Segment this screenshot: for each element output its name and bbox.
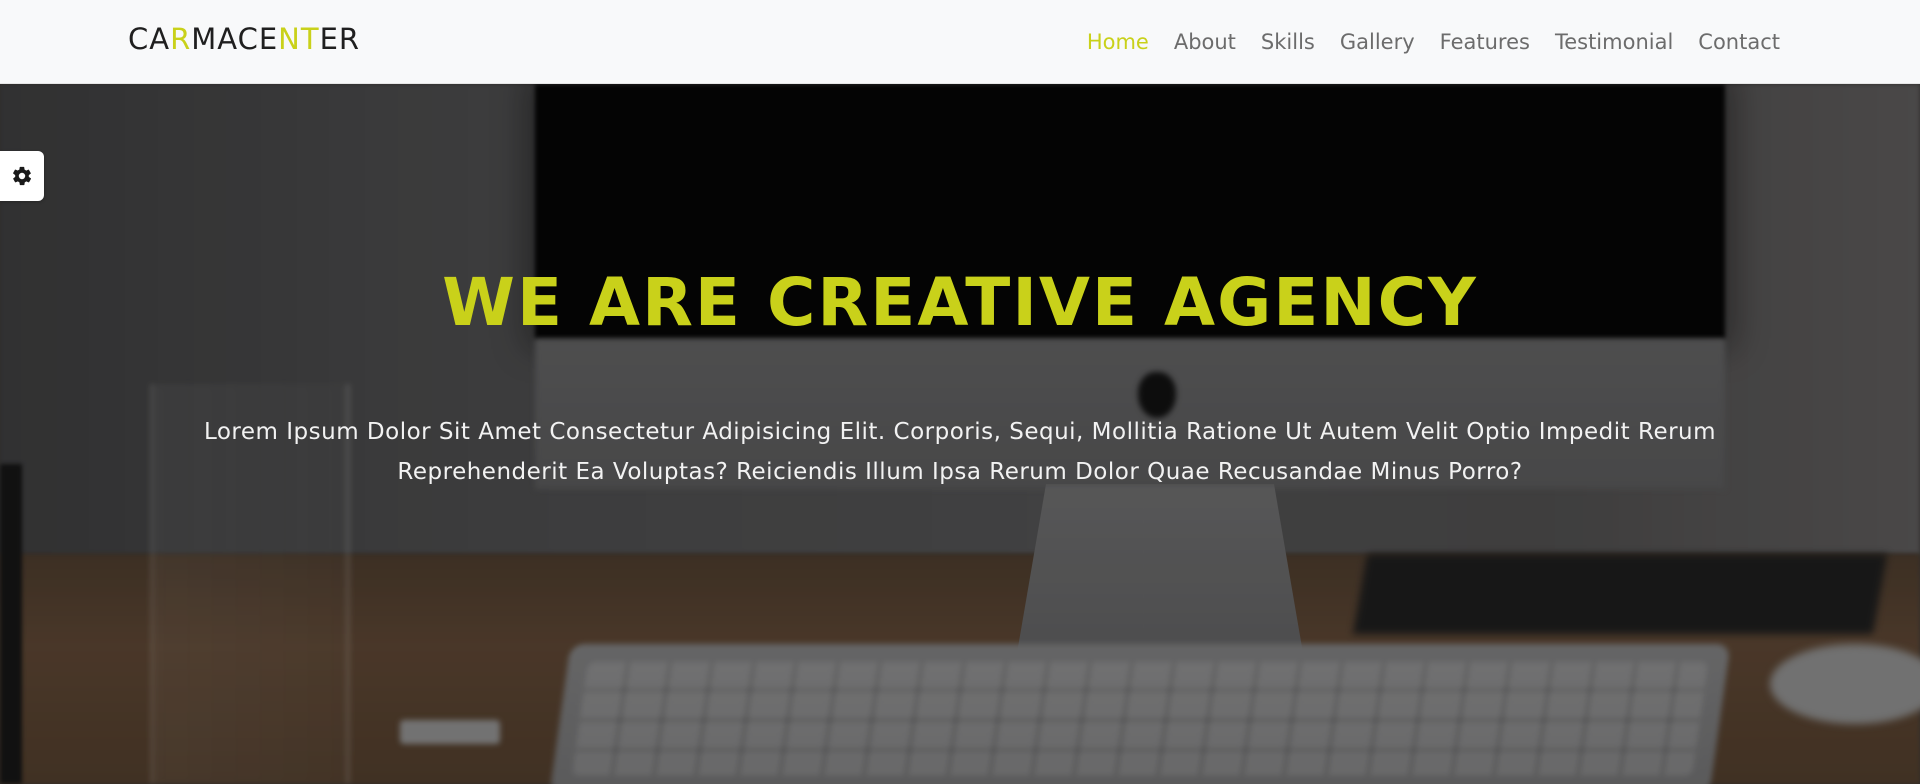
gear-icon (13, 166, 32, 186)
brand-part: ER (319, 22, 361, 56)
main-nav: Home About Skills Gallery Features Testi… (1087, 0, 1780, 84)
brand-logo[interactable]: CARMACENTER (128, 22, 360, 56)
nav-item-testimonial: Testimonial (1555, 30, 1673, 54)
nav-item-features: Features (1440, 30, 1530, 54)
top-navbar: CARMACENTER Home About Skills Gallery Fe… (0, 0, 1920, 84)
nav-item-skills: Skills (1261, 30, 1315, 54)
nav-item-contact: Contact (1698, 30, 1780, 54)
nav-link-testimonial[interactable]: Testimonial (1555, 30, 1673, 54)
nav-item-about: About (1174, 30, 1236, 54)
nav-link-features[interactable]: Features (1440, 30, 1530, 54)
nav-link-contact[interactable]: Contact (1698, 30, 1780, 54)
hero-description: Lorem Ipsum Dolor Sit Amet Consectetur A… (203, 419, 1717, 485)
brand-part: MACE (191, 22, 279, 56)
brand-part: CA (128, 22, 171, 56)
brand-part-highlight: R (170, 22, 192, 56)
brand-part-highlight: NT (278, 22, 320, 56)
nav-link-home[interactable]: Home (1087, 30, 1149, 54)
settings-toggle-button[interactable] (0, 151, 44, 201)
nav-item-gallery: Gallery (1340, 30, 1415, 54)
nav-item-home: Home (1087, 30, 1149, 54)
nav-link-gallery[interactable]: Gallery (1340, 30, 1415, 54)
nav-link-about[interactable]: About (1174, 30, 1236, 54)
hero-section: WE ARE CREATIVE AGENCY Lorem Ipsum Dolor… (0, 84, 1920, 784)
hero-title: WE ARE CREATIVE AGENCY (442, 264, 1478, 341)
nav-link-skills[interactable]: Skills (1261, 30, 1315, 54)
